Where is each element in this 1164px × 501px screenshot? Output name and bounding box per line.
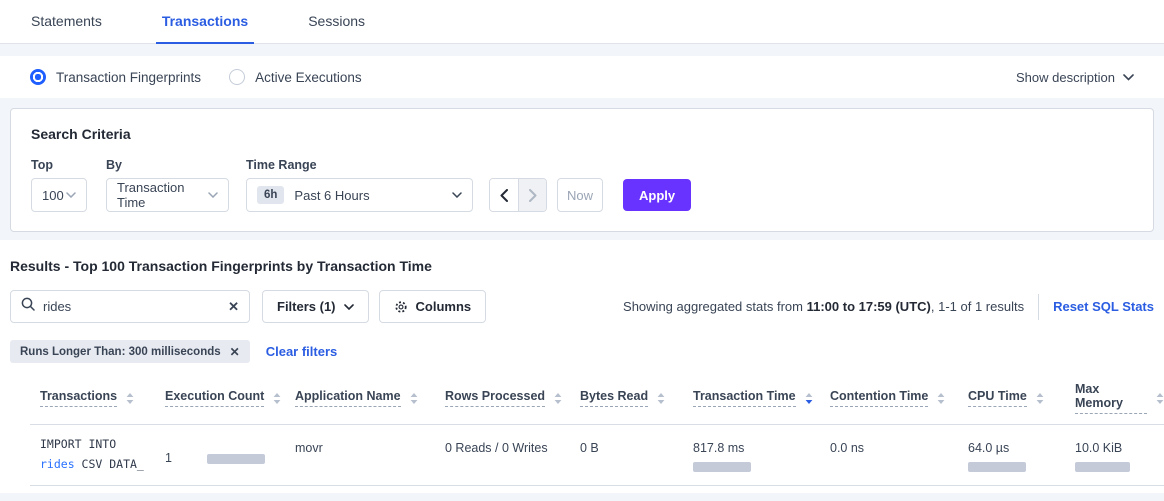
- sort-icon[interactable]: [657, 393, 665, 404]
- column-header-contention-time[interactable]: Contention Time: [820, 382, 958, 414]
- time-range-field: Time Range 6h Past 6 Hours: [246, 158, 473, 212]
- execution-count-cell: 1: [155, 425, 285, 485]
- sort-icon[interactable]: [126, 393, 134, 404]
- results-title: Results - Top 100 Transaction Fingerprin…: [10, 258, 1154, 274]
- top-field: Top 100: [31, 158, 106, 212]
- bytes-read-cell: 0 B: [570, 425, 683, 485]
- column-header-transactions[interactable]: Transactions: [30, 382, 155, 414]
- filter-chip: Runs Longer Than: 300 milliseconds ✕: [10, 340, 250, 363]
- results-section: Results - Top 100 Transaction Fingerprin…: [0, 240, 1164, 493]
- time-range-badge: 6h: [257, 186, 284, 204]
- transaction-time-cell: 817.8 ms: [683, 425, 820, 485]
- chevron-down-icon: [452, 192, 462, 198]
- radio-unselected-icon: [229, 69, 245, 85]
- cpu-time-cell: 64.0 µs: [958, 425, 1065, 485]
- sort-icon[interactable]: [937, 393, 945, 404]
- search-input[interactable]: [43, 299, 228, 314]
- tab-statements[interactable]: Statements: [25, 0, 108, 44]
- by-field: By Transaction Time: [106, 158, 246, 212]
- chevron-down-icon: [208, 192, 218, 198]
- radio-label: Transaction Fingerprints: [56, 70, 201, 85]
- filter-chip-label: Runs Longer Than: 300 milliseconds: [20, 346, 221, 358]
- column-header-execution-count[interactable]: Execution Count: [155, 382, 285, 414]
- chevron-down-icon: [1123, 74, 1134, 81]
- tab-transactions[interactable]: Transactions: [156, 0, 254, 44]
- by-select-value: Transaction Time: [117, 180, 208, 210]
- sort-icon-active-desc[interactable]: [805, 393, 813, 404]
- top-label: Top: [31, 158, 106, 172]
- time-range-pager: [489, 178, 547, 212]
- columns-label: Columns: [416, 299, 472, 314]
- column-header-bytes-read[interactable]: Bytes Read: [570, 382, 683, 414]
- sort-icon[interactable]: [1156, 393, 1164, 404]
- sort-icon[interactable]: [1036, 393, 1044, 404]
- now-button[interactable]: Now: [557, 178, 603, 212]
- sort-icon[interactable]: [410, 393, 418, 404]
- columns-button[interactable]: Columns: [379, 290, 487, 323]
- column-header-max-memory[interactable]: Max Memory: [1065, 382, 1164, 414]
- gear-icon: [394, 300, 408, 314]
- sort-icon[interactable]: [554, 393, 562, 404]
- column-header-application-name[interactable]: Application Name: [285, 382, 435, 414]
- table-search-box: ✕: [10, 290, 250, 323]
- execution-count-bar: [207, 454, 265, 464]
- clear-filters-link[interactable]: Clear filters: [266, 344, 338, 359]
- time-range-value: Past 6 Hours: [294, 188, 369, 203]
- radio-active-executions[interactable]: Active Executions: [229, 69, 362, 85]
- radio-label: Active Executions: [255, 70, 362, 85]
- divider: [1038, 294, 1039, 320]
- table-row: IMPORT INTO rides CSV DATA_ 1 movr 0 Rea…: [30, 425, 1164, 486]
- column-header-transaction-time[interactable]: Transaction Time: [683, 382, 820, 414]
- show-description-label: Show description: [1016, 70, 1115, 85]
- column-header-cpu-time[interactable]: CPU Time: [958, 382, 1065, 414]
- chevron-down-icon: [344, 304, 354, 310]
- next-range-button[interactable]: [518, 179, 546, 211]
- filters-button[interactable]: Filters (1): [262, 290, 369, 323]
- previous-range-button[interactable]: [490, 179, 518, 211]
- transactions-table: Transactions Execution Count Application…: [30, 376, 1164, 486]
- contention-time-cell: 0.0 ns: [820, 425, 958, 485]
- time-range-select[interactable]: 6h Past 6 Hours: [246, 178, 473, 212]
- radio-transaction-fingerprints[interactable]: Transaction Fingerprints: [30, 69, 201, 85]
- search-criteria-title: Search Criteria: [31, 126, 1133, 142]
- max-memory-cell: 10.0 KiB: [1065, 425, 1164, 485]
- application-name-cell: movr: [285, 425, 435, 485]
- filters-label: Filters (1): [277, 299, 336, 314]
- clear-search-icon[interactable]: ✕: [228, 300, 239, 313]
- cpu-time-bar: [968, 462, 1026, 472]
- aggregated-stats-text: Showing aggregated stats from 11:00 to 1…: [623, 299, 1024, 314]
- max-memory-bar: [1075, 462, 1130, 472]
- sql-activity-tabs: Statements Transactions Sessions: [0, 0, 1164, 44]
- reset-sql-stats-link[interactable]: Reset SQL Stats: [1053, 299, 1154, 314]
- by-select[interactable]: Transaction Time: [106, 178, 229, 212]
- sort-icon[interactable]: [273, 393, 281, 404]
- radio-selected-icon: [30, 69, 46, 85]
- time-range-label: Time Range: [246, 158, 473, 172]
- column-header-rows-processed[interactable]: Rows Processed: [435, 382, 570, 414]
- search-icon: [21, 297, 35, 316]
- apply-button[interactable]: Apply: [623, 179, 691, 211]
- search-criteria-card: Search Criteria Top 100 By Transaction T…: [10, 108, 1154, 232]
- tab-sessions[interactable]: Sessions: [302, 0, 371, 44]
- show-description-toggle[interactable]: Show description: [1016, 70, 1134, 85]
- by-label: By: [106, 158, 246, 172]
- rows-processed-cell: 0 Reads / 0 Writes: [435, 425, 570, 485]
- chevron-down-icon: [66, 192, 76, 198]
- view-mode-strip: Transaction Fingerprints Active Executio…: [0, 56, 1164, 98]
- top-select[interactable]: 100: [31, 178, 87, 212]
- top-select-value: 100: [42, 188, 64, 203]
- transaction-time-bar: [693, 462, 751, 472]
- table-header-row: Transactions Execution Count Application…: [30, 376, 1164, 425]
- transaction-fingerprint-link[interactable]: IMPORT INTO rides CSV DATA_: [30, 425, 155, 485]
- remove-filter-icon[interactable]: ✕: [230, 345, 240, 359]
